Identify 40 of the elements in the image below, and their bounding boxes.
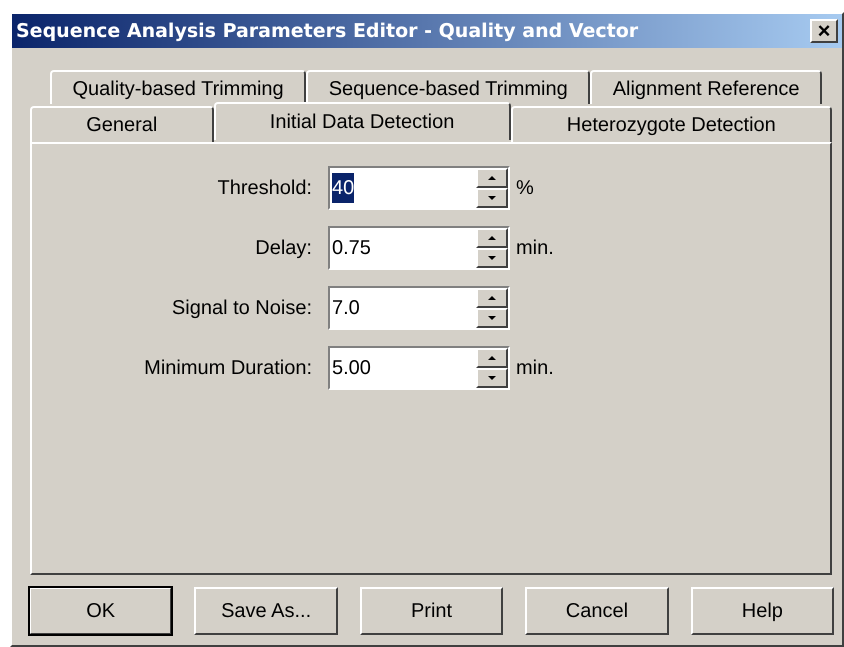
down-arrow-icon [488,316,496,320]
dialog-button[interactable]: OK [29,587,172,635]
tab[interactable]: Sequence-based Trimming [306,70,590,104]
dialog-button[interactable]: Cancel [525,587,669,635]
spin-up-button[interactable] [476,288,508,308]
unit-label: % [516,176,535,201]
spin-field[interactable]: 40 [328,166,510,210]
unit-label: min. [516,356,555,381]
spin-field[interactable]: 7.0 [328,286,510,330]
close-button[interactable]: × [810,19,838,43]
spin-down-button[interactable] [476,248,508,268]
up-arrow-icon [488,296,496,300]
tab[interactable]: Heterozygote Detection [510,106,832,142]
down-arrow-icon [488,196,496,200]
dialog-button[interactable]: Help [690,587,834,635]
tab[interactable]: Quality-based Trimming [50,70,306,104]
tab[interactable]: General [30,106,214,142]
spin-field[interactable]: 0.75 [328,226,510,270]
spin-field[interactable]: 5.00 [328,346,510,390]
field-label: Signal to Noise: [170,296,313,321]
tab[interactable]: Alignment Reference [590,70,822,104]
up-arrow-icon [488,236,496,240]
spin-down-button[interactable] [476,308,508,328]
dialog-button[interactable]: Save As... [194,587,338,635]
spin-down-button[interactable] [476,368,508,388]
spin-down-button[interactable] [476,188,508,208]
spin-up-button[interactable] [476,228,508,248]
up-arrow-icon [488,356,496,360]
down-arrow-icon [488,376,496,380]
field-label: Minimum Duration: [143,356,313,381]
dialog-button[interactable]: Print [360,587,504,635]
tab[interactable]: Initial Data Detection [214,102,511,140]
spin-up-button[interactable] [476,168,508,188]
spin-up-button[interactable] [476,348,508,368]
field-label: Delay: [254,236,313,261]
field-label: Threshold: [216,176,313,201]
up-arrow-icon [488,176,496,180]
unit-label: min. [516,236,555,261]
down-arrow-icon [488,256,496,260]
window-title: Sequence Analysis Parameters Editor - Quality and Vector [16,18,638,44]
